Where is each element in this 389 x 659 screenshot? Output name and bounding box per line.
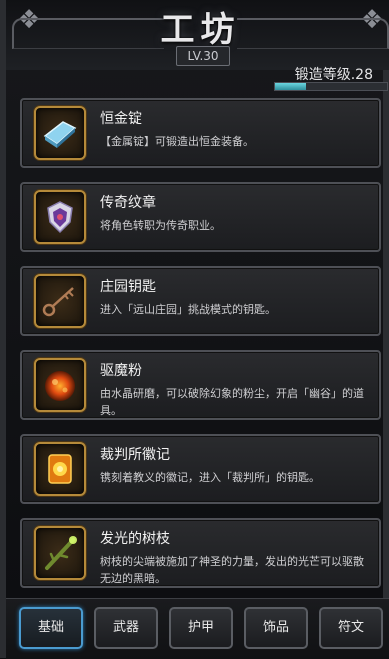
forge-progress-bar bbox=[274, 82, 388, 91]
item-name: 驱魔粉 bbox=[100, 363, 142, 379]
ingot-icon bbox=[34, 106, 86, 160]
item-desc: 进入「远山庄园」挑战模式的钥匙。 bbox=[100, 303, 276, 316]
item-desc: 镌刻着教义的徽记，进入「裁判所」的钥匙。 bbox=[100, 471, 320, 484]
emblem-icon bbox=[34, 442, 86, 496]
item-card[interactable]: 驱魔粉 由水晶研磨，可以破除幻象的粉尘，开启「幽谷」的道具。 bbox=[20, 350, 381, 420]
item-desc: 【金属锭】可锻造出恒金装备。 bbox=[100, 135, 254, 148]
page-title: 工坊 bbox=[160, 10, 241, 50]
item-name: 传奇纹章 bbox=[100, 195, 156, 211]
tab-accessories[interactable]: 饰品 bbox=[244, 607, 308, 649]
tab-basic[interactable]: 基础 bbox=[19, 607, 83, 649]
item-desc: 将角色转职为传奇职业。 bbox=[100, 219, 221, 232]
item-card[interactable]: 传奇纹章 将角色转职为传奇职业。 bbox=[20, 182, 381, 252]
item-card[interactable]: 裁判所徽记 镌刻着教义的徽记，进入「裁判所」的钥匙。 bbox=[20, 434, 381, 504]
tab-weapons[interactable]: 武器 bbox=[94, 607, 158, 649]
workshop-screen: ❖ ❖ 工坊 LV.30 锻造等级.28 恒金锭 【金属锭】可锻造出恒金装备。 bbox=[0, 0, 389, 659]
forge-progress-fill bbox=[275, 83, 307, 90]
item-card[interactable]: 恒金锭 【金属锭】可锻造出恒金装备。 bbox=[20, 98, 381, 168]
key-icon bbox=[34, 274, 86, 328]
crest-icon bbox=[34, 190, 86, 244]
workshop-level-badge: LV.30 bbox=[176, 46, 230, 66]
item-name: 发光的树枝 bbox=[100, 531, 170, 547]
tab-runes[interactable]: 符文 bbox=[319, 607, 383, 649]
tab-armor[interactable]: 护甲 bbox=[169, 607, 233, 649]
header: ❖ ❖ 工坊 LV.30 bbox=[6, 0, 389, 70]
category-tabs: 基础 武器 护甲 饰品 符文 bbox=[6, 598, 389, 659]
branch-icon bbox=[34, 526, 86, 580]
item-desc: 由水晶研磨，可以破除幻象的粉尘，开启「幽谷」的道具。 bbox=[100, 387, 364, 417]
powder-icon bbox=[34, 358, 86, 412]
item-name: 裁判所徽记 bbox=[100, 447, 170, 463]
item-name: 庄园钥匙 bbox=[100, 279, 156, 295]
forge-level-label: 锻造等级.28 bbox=[294, 67, 373, 83]
item-card[interactable]: 庄园钥匙 进入「远山庄园」挑战模式的钥匙。 bbox=[20, 266, 381, 336]
item-desc: 树枝的尖端被施加了神圣的力量，发出的光芒可以驱散无边的黑暗。 bbox=[100, 555, 364, 585]
item-name: 恒金锭 bbox=[100, 111, 142, 127]
item-card[interactable]: 发光的树枝 树枝的尖端被施加了神圣的力量，发出的光芒可以驱散无边的黑暗。 bbox=[20, 518, 381, 588]
